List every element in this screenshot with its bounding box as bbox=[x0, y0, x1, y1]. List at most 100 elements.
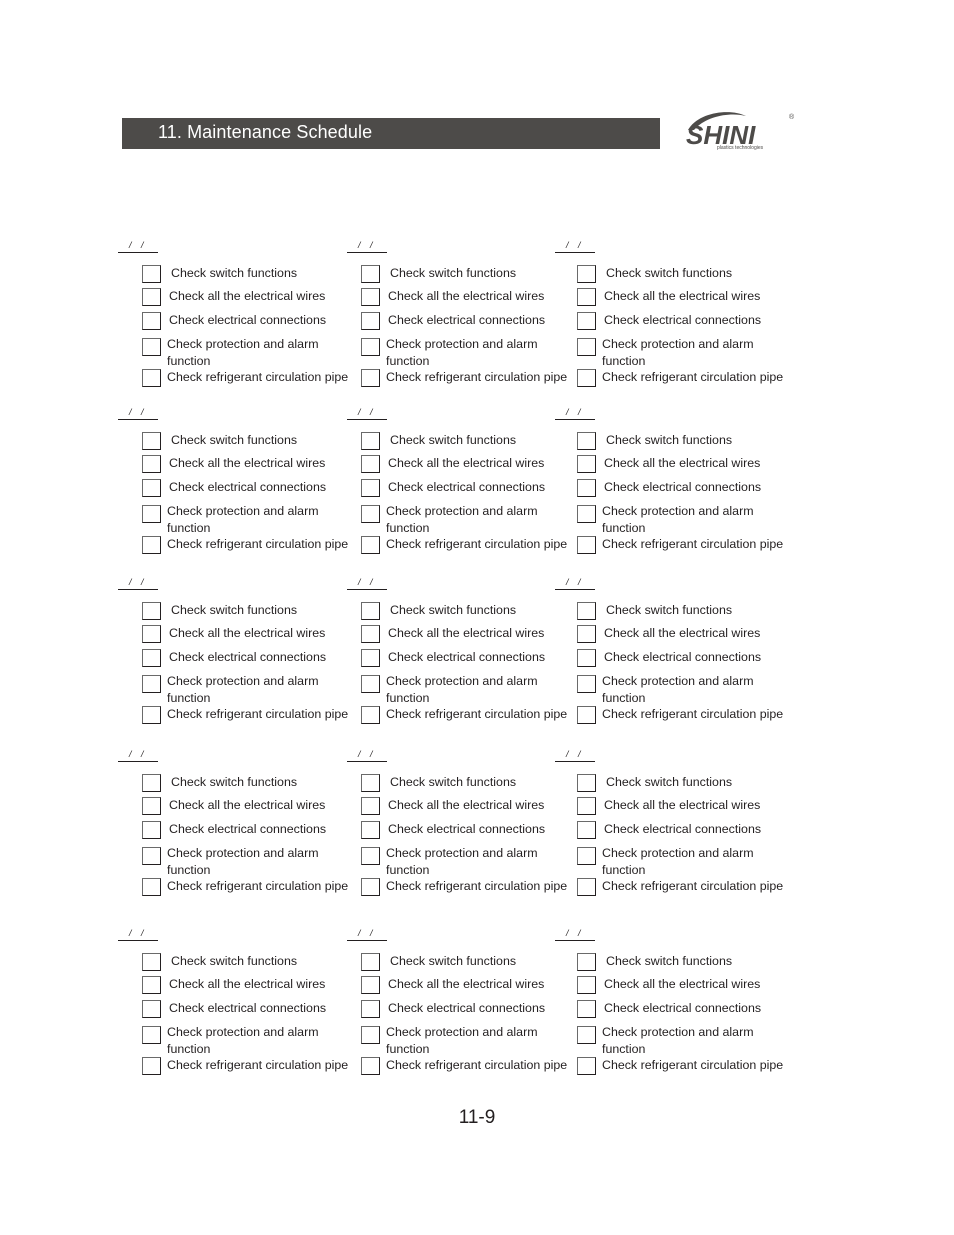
checkbox[interactable] bbox=[577, 369, 596, 387]
checkbox[interactable] bbox=[577, 455, 596, 473]
checkbox[interactable] bbox=[577, 602, 596, 620]
checkbox[interactable] bbox=[577, 878, 596, 896]
date-field[interactable]: / / bbox=[555, 749, 595, 762]
checkbox[interactable] bbox=[577, 536, 596, 554]
checkbox[interactable] bbox=[361, 797, 380, 815]
checkbox[interactable] bbox=[142, 625, 161, 643]
checkbox[interactable] bbox=[577, 774, 596, 792]
checkbox[interactable] bbox=[142, 847, 161, 865]
checklist-block: / / Check switch functions Check all the el… bbox=[118, 240, 348, 390]
date-field[interactable]: / / bbox=[347, 240, 387, 253]
date-field[interactable]: / / bbox=[347, 577, 387, 590]
checkbox[interactable] bbox=[142, 797, 161, 815]
checklist-item-label: Check refrigerant circulation pipe bbox=[167, 878, 348, 895]
date-field[interactable]: / / bbox=[555, 928, 595, 941]
date-field[interactable]: / / bbox=[118, 749, 158, 762]
checkbox[interactable] bbox=[361, 536, 380, 554]
checkbox[interactable] bbox=[361, 455, 380, 473]
checkbox[interactable] bbox=[577, 288, 596, 306]
checkbox[interactable] bbox=[142, 649, 161, 667]
checkbox[interactable] bbox=[577, 312, 596, 330]
checkbox[interactable] bbox=[577, 1000, 596, 1018]
checkbox[interactable] bbox=[577, 675, 596, 693]
checkbox[interactable] bbox=[577, 821, 596, 839]
checkbox[interactable] bbox=[142, 1026, 161, 1044]
checkbox[interactable] bbox=[361, 847, 380, 865]
checkbox[interactable] bbox=[577, 649, 596, 667]
checkbox[interactable] bbox=[577, 479, 596, 497]
checkbox[interactable] bbox=[142, 369, 161, 387]
date-field[interactable]: / / bbox=[555, 407, 595, 420]
checkbox[interactable] bbox=[577, 505, 596, 523]
date-separator: / bbox=[129, 407, 132, 417]
checkbox[interactable] bbox=[142, 479, 161, 497]
checkbox[interactable] bbox=[361, 953, 380, 971]
checkbox[interactable] bbox=[361, 602, 380, 620]
date-field[interactable]: / / bbox=[118, 240, 158, 253]
checkbox[interactable] bbox=[142, 265, 161, 283]
checkbox[interactable] bbox=[142, 432, 161, 450]
date-field[interactable]: / / bbox=[118, 928, 158, 941]
checkbox[interactable] bbox=[142, 338, 161, 356]
checkbox[interactable] bbox=[142, 288, 161, 306]
checkbox[interactable] bbox=[577, 953, 596, 971]
checkbox[interactable] bbox=[577, 976, 596, 994]
checkbox[interactable] bbox=[142, 821, 161, 839]
checkbox[interactable] bbox=[142, 878, 161, 896]
checkbox[interactable] bbox=[361, 878, 380, 896]
date-field[interactable]: / / bbox=[118, 407, 158, 420]
checkbox[interactable] bbox=[142, 675, 161, 693]
checkbox[interactable] bbox=[577, 847, 596, 865]
checkbox[interactable] bbox=[577, 338, 596, 356]
checkbox[interactable] bbox=[361, 706, 380, 724]
checkbox[interactable] bbox=[361, 1000, 380, 1018]
checkbox[interactable] bbox=[361, 288, 380, 306]
checkbox[interactable] bbox=[142, 706, 161, 724]
checkbox[interactable] bbox=[361, 338, 380, 356]
checkbox[interactable] bbox=[142, 1057, 161, 1075]
date-field[interactable]: / / bbox=[555, 577, 595, 590]
checkbox[interactable] bbox=[361, 1026, 380, 1044]
checkbox[interactable] bbox=[142, 976, 161, 994]
checkbox[interactable] bbox=[142, 536, 161, 554]
date-separator: / bbox=[141, 407, 144, 417]
checkbox[interactable] bbox=[361, 312, 380, 330]
checkbox[interactable] bbox=[361, 625, 380, 643]
checkbox[interactable] bbox=[142, 953, 161, 971]
checkbox[interactable] bbox=[142, 505, 161, 523]
checkbox[interactable] bbox=[361, 1057, 380, 1075]
checkbox[interactable] bbox=[361, 821, 380, 839]
checkbox[interactable] bbox=[577, 432, 596, 450]
date-field[interactable]: / / bbox=[347, 928, 387, 941]
checklist-item-text: Check electrical connections bbox=[388, 313, 546, 327]
checkbox[interactable] bbox=[361, 774, 380, 792]
checkbox[interactable] bbox=[361, 505, 380, 523]
checkbox[interactable] bbox=[142, 1000, 161, 1018]
checkbox[interactable] bbox=[577, 265, 596, 283]
checkbox[interactable] bbox=[361, 675, 380, 693]
checkbox[interactable] bbox=[361, 265, 380, 283]
checklist-item-text: Check all the electrical wires bbox=[604, 289, 761, 303]
checklist-item-text: Check switch functions bbox=[171, 954, 298, 968]
checklist-item-text: Check electrical connections bbox=[388, 480, 546, 494]
checkbox[interactable] bbox=[577, 1057, 596, 1075]
date-field[interactable]: / / bbox=[347, 407, 387, 420]
checkbox[interactable] bbox=[361, 649, 380, 667]
checkbox[interactable] bbox=[361, 432, 380, 450]
checklist-item-label: Check all the electrical wires bbox=[169, 455, 325, 472]
checkbox[interactable] bbox=[577, 797, 596, 815]
checkbox[interactable] bbox=[361, 369, 380, 387]
checkbox[interactable] bbox=[142, 774, 161, 792]
checkbox[interactable] bbox=[361, 976, 380, 994]
checkbox[interactable] bbox=[361, 479, 380, 497]
checkbox[interactable] bbox=[142, 312, 161, 330]
date-field[interactable]: / / bbox=[347, 749, 387, 762]
checkbox[interactable] bbox=[577, 1026, 596, 1044]
checkbox[interactable] bbox=[142, 455, 161, 473]
checkbox[interactable] bbox=[577, 625, 596, 643]
checklist-item-label: Check electrical connections bbox=[169, 1000, 326, 1017]
checkbox[interactable] bbox=[577, 706, 596, 724]
date-field[interactable]: / / bbox=[118, 577, 158, 590]
date-field[interactable]: / / bbox=[555, 240, 595, 253]
checkbox[interactable] bbox=[142, 602, 161, 620]
